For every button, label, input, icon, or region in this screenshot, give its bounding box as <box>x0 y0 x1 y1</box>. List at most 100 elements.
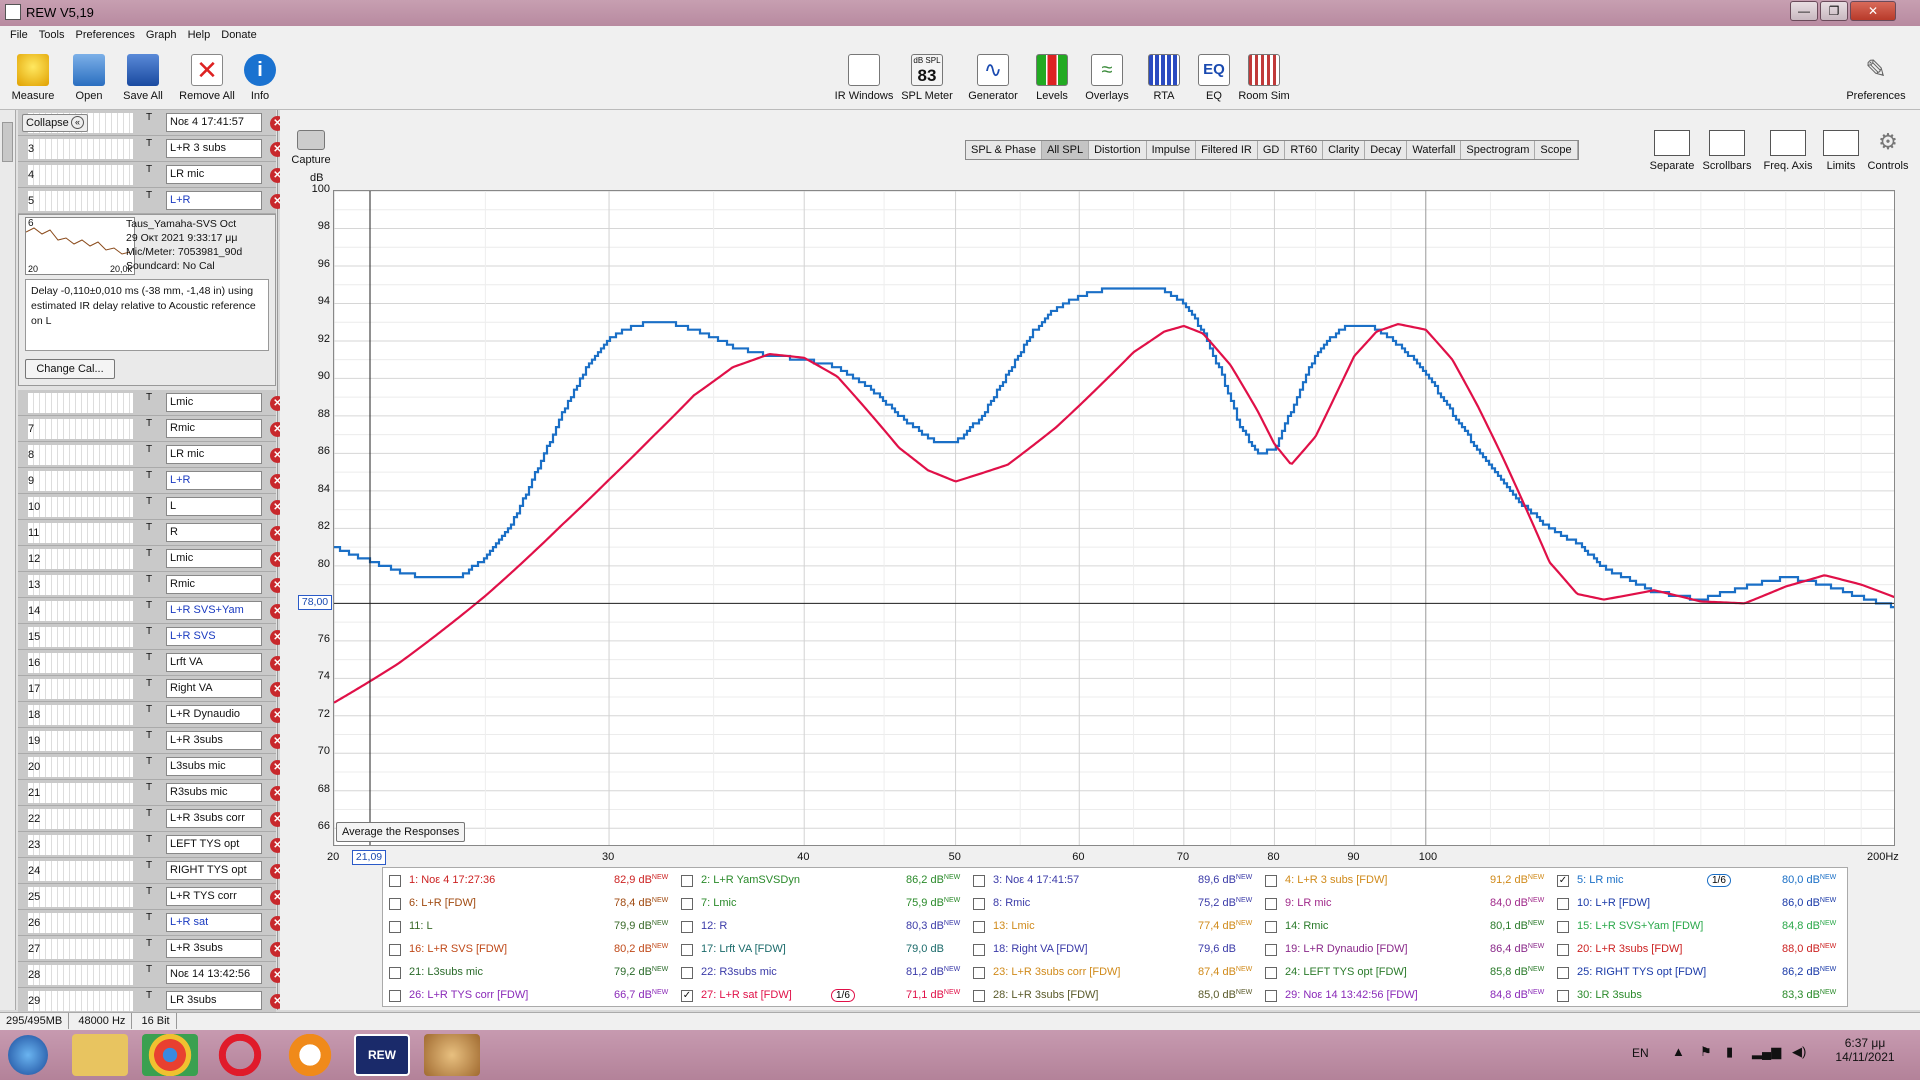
measurement-name-field[interactable]: L+R sat <box>166 913 262 932</box>
trace-visibility-checkbox[interactable] <box>389 898 401 910</box>
capture-button[interactable]: Capture <box>290 130 332 166</box>
measurement-row[interactable]: T Lmic ✕ <box>18 390 285 416</box>
rta-button[interactable]: RTA <box>1146 54 1182 102</box>
measurement-name-field[interactable]: Right VA <box>166 679 262 698</box>
eq-button[interactable]: EQ EQ <box>1196 54 1232 102</box>
measurement-row[interactable]: 9 T L+R ✕ <box>18 468 285 494</box>
measurement-name-field[interactable]: Lrft VA <box>166 653 262 672</box>
measurement-row[interactable]: 19 T L+R 3subs ✕ <box>18 728 285 754</box>
trace-toggle-icon[interactable]: T <box>146 392 152 403</box>
trace-visibility-checkbox[interactable] <box>1265 944 1277 956</box>
file-explorer-icon[interactable] <box>72 1034 128 1076</box>
menu-graph[interactable]: Graph <box>142 26 181 44</box>
measurement-name-field[interactable]: L+R TYS corr <box>166 887 262 906</box>
measurement-name-field[interactable]: LR 3subs <box>166 991 262 1010</box>
battery-icon[interactable]: ▮ <box>1726 1044 1733 1060</box>
trace-toggle-icon[interactable]: T <box>146 626 152 637</box>
trace-toggle-icon[interactable]: T <box>146 938 152 949</box>
menu-tools[interactable]: Tools <box>35 26 69 44</box>
measurement-row[interactable]: 22 T L+R 3subs corr ✕ <box>18 806 285 832</box>
save-all-button[interactable]: Save All <box>118 54 168 102</box>
measurement-row[interactable]: 10 T L ✕ <box>18 494 285 520</box>
measurement-row[interactable]: 15 T L+R SVS ✕ <box>18 624 285 650</box>
trace-visibility-checkbox[interactable] <box>389 967 401 979</box>
measurement-row[interactable]: 20 T L3subs mic ✕ <box>18 754 285 780</box>
trace-toggle-icon[interactable]: T <box>146 112 152 123</box>
trace-toggle-icon[interactable]: T <box>146 860 152 871</box>
trace-toggle-icon[interactable]: T <box>146 600 152 611</box>
trace-visibility-checkbox[interactable]: ✓ <box>1557 875 1569 887</box>
trace-visibility-checkbox[interactable] <box>681 944 693 956</box>
trace-toggle-icon[interactable]: T <box>146 886 152 897</box>
trace-toggle-icon[interactable]: T <box>146 574 152 585</box>
measurement-row[interactable]: 23 T LEFT TYS opt ✕ <box>18 832 285 858</box>
measurement-name-field[interactable]: R <box>166 523 262 542</box>
measurement-name-field[interactable]: LEFT TYS opt <box>166 835 262 854</box>
separate-button[interactable]: Separate <box>1642 130 1702 172</box>
menu-donate[interactable]: Donate <box>217 26 260 44</box>
minimize-button[interactable]: — <box>1790 1 1818 21</box>
measurement-row[interactable]: 27 T L+R 3subs ✕ <box>18 936 285 962</box>
measurement-name-field[interactable]: L+R Dynaudio <box>166 705 262 724</box>
measurement-name-field[interactable]: L+R 3subs <box>166 731 262 750</box>
measurement-row[interactable]: 29 T LR 3subs ✕ <box>18 988 285 1014</box>
tab-waterfall[interactable]: Waterfall <box>1407 141 1462 159</box>
measurement-name-field[interactable]: L+R 3 subs <box>166 139 262 158</box>
trace-toggle-icon[interactable]: T <box>146 522 152 533</box>
trace-toggle-icon[interactable]: T <box>146 834 152 845</box>
menu-file[interactable]: File <box>6 26 32 44</box>
menu-help[interactable]: Help <box>184 26 215 44</box>
trace-visibility-checkbox[interactable]: ✓ <box>681 990 693 1002</box>
measurement-name-field[interactable]: L+R SVS <box>166 627 262 646</box>
change-cal-button[interactable]: Change Cal... <box>25 359 115 379</box>
trace-toggle-icon[interactable]: T <box>146 964 152 975</box>
trace-visibility-checkbox[interactable] <box>389 944 401 956</box>
trace-visibility-checkbox[interactable] <box>389 875 401 887</box>
flag-icon[interactable]: ⚑ <box>1700 1044 1712 1060</box>
trace-toggle-icon[interactable]: T <box>146 138 152 149</box>
tab-spectrogram[interactable]: Spectrogram <box>1461 141 1536 159</box>
scrollbar-thumb[interactable] <box>2 122 13 162</box>
trace-visibility-checkbox[interactable] <box>1265 875 1277 887</box>
limits-button[interactable]: Limits <box>1820 130 1862 172</box>
trace-toggle-icon[interactable]: T <box>146 548 152 559</box>
tab-distortion[interactable]: Distortion <box>1089 141 1147 159</box>
measurement-row[interactable]: 3 T L+R 3 subs ✕ <box>18 136 285 162</box>
trace-visibility-checkbox[interactable] <box>1265 990 1277 1002</box>
trace-visibility-checkbox[interactable] <box>1265 921 1277 933</box>
trace-visibility-checkbox[interactable] <box>389 990 401 1002</box>
measurement-name-field[interactable]: L+R 3subs corr <box>166 809 262 828</box>
trace-visibility-checkbox[interactable] <box>1557 990 1569 1002</box>
trace-visibility-checkbox[interactable] <box>1557 967 1569 979</box>
levels-button[interactable]: Levels <box>1032 54 1072 102</box>
measurement-row[interactable]: 11 T R ✕ <box>18 520 285 546</box>
trace-toggle-icon[interactable]: T <box>146 190 152 201</box>
trace-toggle-icon[interactable]: T <box>146 704 152 715</box>
tray-expand-icon[interactable]: ▲ <box>1672 1044 1685 1059</box>
measurement-row[interactable]: 18 T L+R Dynaudio ✕ <box>18 702 285 728</box>
measurement-row[interactable]: 28 T Νοε 14 13:42:56 ✕ <box>18 962 285 988</box>
measure-button[interactable]: Measure <box>8 54 58 102</box>
controls-button[interactable]: ⚙ Controls <box>1864 130 1912 173</box>
open-button[interactable]: Open <box>64 54 114 102</box>
tab-filtered-ir[interactable]: Filtered IR <box>1196 141 1258 159</box>
chrome-icon[interactable] <box>142 1034 198 1076</box>
measurements-scrollbar[interactable] <box>0 110 16 1010</box>
room-sim-button[interactable]: Room Sim <box>1238 54 1290 102</box>
measurement-row[interactable]: 7 T Rmic ✕ <box>18 416 285 442</box>
measurement-name-field[interactable]: Rmic <box>166 575 262 594</box>
browser-icon[interactable] <box>282 1034 338 1076</box>
measurement-row[interactable]: 5 T L+R ✕ <box>18 188 285 214</box>
trace-visibility-checkbox[interactable] <box>1557 898 1569 910</box>
measurement-row[interactable]: 14 T L+R SVS+Yam ✕ <box>18 598 285 624</box>
average-responses-button[interactable]: Average the Responses <box>336 822 466 842</box>
measurement-name-field[interactable]: L+R <box>166 191 262 210</box>
trace-toggle-icon[interactable]: T <box>146 808 152 819</box>
ir-windows-button[interactable]: IR Windows <box>832 54 896 102</box>
trace-visibility-checkbox[interactable] <box>389 921 401 933</box>
tab-decay[interactable]: Decay <box>1365 141 1408 159</box>
maximize-button[interactable]: ❐ <box>1820 1 1848 21</box>
measurement-name-field[interactable]: R3subs mic <box>166 783 262 802</box>
network-icon[interactable]: ▂▄▆ <box>1752 1044 1781 1060</box>
start-button-icon[interactable] <box>8 1035 48 1075</box>
